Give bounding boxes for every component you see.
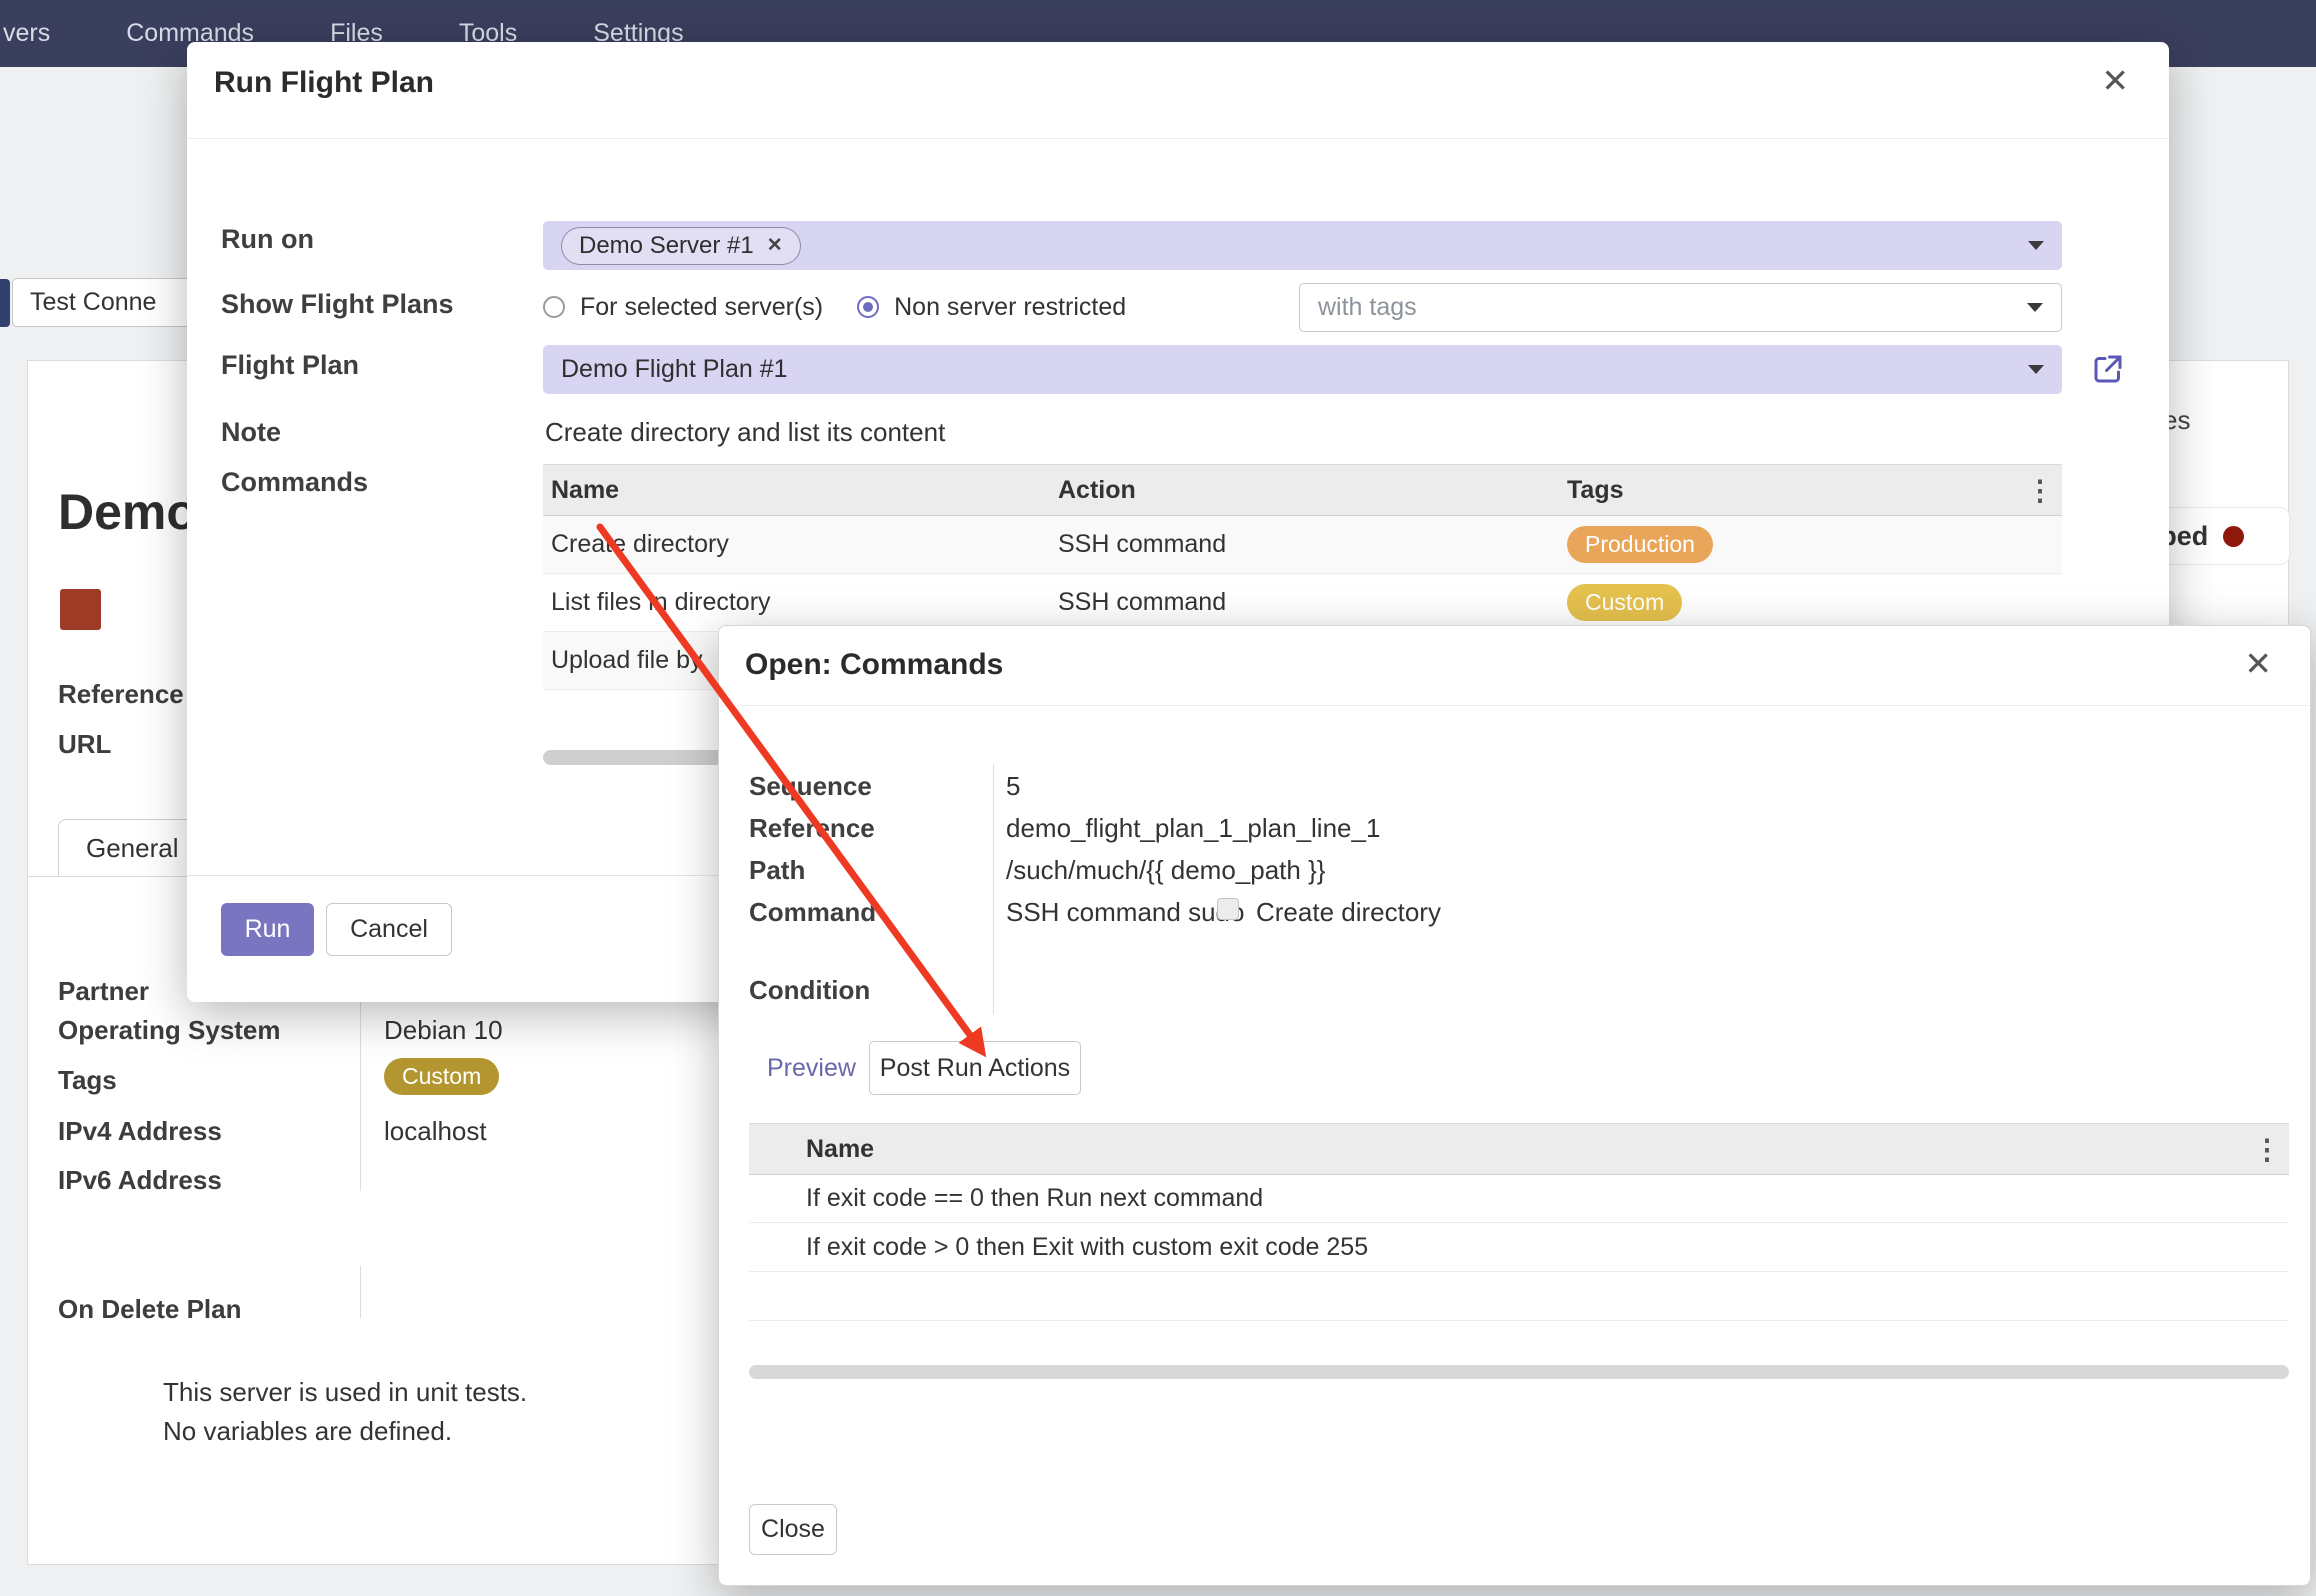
ipv6-label: IPv6 Address — [58, 1165, 222, 1196]
col-header-name[interactable]: Name — [543, 476, 1058, 505]
note-value: Create directory and list its content — [545, 417, 945, 448]
nav-item-servers[interactable]: vers — [3, 19, 50, 48]
create-directory-link[interactable]: Create directory — [1256, 897, 1441, 928]
flight-plan-select[interactable]: Demo Flight Plan #1 — [543, 345, 2062, 394]
reference-label: Reference — [58, 679, 184, 710]
chip-remove-icon[interactable]: ✕ — [767, 234, 783, 257]
tag-badge-custom: Custom — [384, 1058, 499, 1095]
radio-for-selected-servers-label: For selected server(s) — [580, 293, 823, 322]
run-button[interactable]: Run — [221, 903, 314, 956]
radio-non-server-restricted[interactable] — [857, 296, 879, 318]
row-action: SSH command — [1058, 530, 1567, 559]
radio-for-selected-servers[interactable] — [543, 296, 565, 318]
with-tags-placeholder: with tags — [1318, 293, 1417, 322]
close-icon[interactable]: ✕ — [2244, 647, 2272, 680]
on-delete-plan-label: On Delete Plan — [58, 1294, 242, 1325]
run-on-field[interactable]: Demo Server #1 ✕ — [543, 221, 2062, 270]
header-divider — [187, 138, 2169, 139]
partner-label: Partner — [58, 976, 149, 1007]
server-title: Demo — [58, 483, 197, 541]
flight-plan-value: Demo Flight Plan #1 — [561, 355, 788, 384]
tab-post-run-actions[interactable]: Post Run Actions — [869, 1041, 1081, 1095]
table-row[interactable]: If exit code == 0 then Run next command — [749, 1175, 2289, 1223]
close-icon[interactable]: ✕ — [2101, 64, 2129, 97]
flight-plan-filter-radios: For selected server(s) Non server restri… — [543, 283, 1126, 331]
commands-table-header: Name Action Tags ⋮ — [543, 464, 2062, 516]
field-separator-line — [993, 764, 994, 1014]
screen: vers Commands Files Tools Settings Test … — [0, 0, 2316, 1596]
modal-title: Open: Commands — [745, 648, 1003, 682]
row-name: If exit code == 0 then Run next command — [806, 1184, 2245, 1213]
commands-label: Commands — [221, 467, 368, 498]
table-row-empty — [749, 1272, 2289, 1321]
table-options-kebab-icon[interactable]: ⋮ — [2245, 1133, 2289, 1166]
sequence-label: Sequence — [749, 771, 872, 802]
row-name: If exit code > 0 then Exit with custom e… — [806, 1233, 2245, 1262]
row-action: SSH command — [1058, 588, 1567, 617]
table-row[interactable]: If exit code > 0 then Exit with custom e… — [749, 1223, 2289, 1272]
dropdown-caret-icon — [2028, 365, 2044, 374]
url-label: URL — [58, 729, 111, 760]
status-dot-icon — [2223, 526, 2244, 547]
server-chip-label: Demo Server #1 — [579, 232, 754, 260]
ipv4-value: localhost — [384, 1116, 487, 1147]
server-chip[interactable]: Demo Server #1 ✕ — [561, 227, 801, 265]
command-checkbox[interactable] — [1217, 898, 1239, 920]
show-flight-plans-label: Show Flight Plans — [221, 289, 454, 320]
post-run-table-header: Name ⋮ — [749, 1123, 2289, 1175]
unit-test-note-line1: This server is used in unit tests. — [163, 1377, 527, 1408]
external-link-icon[interactable] — [2090, 351, 2126, 392]
tab-general[interactable]: General — [58, 819, 207, 877]
reference-value: demo_flight_plan_1_plan_line_1 — [1006, 813, 1380, 844]
path-label: Path — [749, 855, 805, 886]
open-commands-modal: Open: Commands ✕ Sequence 5 Reference de… — [718, 625, 2311, 1586]
col-header-name[interactable]: Name — [806, 1135, 2245, 1164]
tab-preview[interactable]: Preview — [767, 1041, 856, 1095]
flight-plan-label: Flight Plan — [221, 350, 359, 381]
tag-badge-custom: Custom — [1567, 584, 1682, 621]
col-header-action[interactable]: Action — [1058, 476, 1567, 505]
header-divider — [719, 705, 2310, 706]
condition-label: Condition — [749, 975, 870, 1006]
reference-label: Reference — [749, 813, 875, 844]
sequence-value: 5 — [1006, 771, 1020, 802]
dropdown-caret-icon — [2028, 241, 2044, 250]
tag-badge-production: Production — [1567, 526, 1713, 563]
color-swatch[interactable] — [60, 589, 101, 630]
close-button[interactable]: Close — [749, 1504, 837, 1555]
horizontal-scrollbar-thumb[interactable] — [749, 1365, 2289, 1379]
row-name: List files in directory — [543, 588, 1058, 617]
path-value: /such/much/{{ demo_path }} — [1006, 855, 1325, 886]
table-row[interactable]: Create directory SSH command Production — [543, 516, 2062, 574]
run-on-label: Run on — [221, 224, 314, 255]
left-edge-button-fragment[interactable] — [0, 279, 10, 327]
radio-non-server-restricted-label: Non server restricted — [894, 293, 1126, 322]
col-header-tags[interactable]: Tags — [1567, 476, 2018, 505]
tags-label: Tags — [58, 1065, 117, 1096]
modal-title: Run Flight Plan — [214, 66, 434, 100]
table-options-kebab-icon[interactable]: ⋮ — [2018, 474, 2062, 507]
command-label: Command — [749, 897, 876, 928]
table-row[interactable]: List files in directory SSH command Cust… — [543, 574, 2062, 632]
note-label: Note — [221, 417, 281, 448]
command-value: SSH command sudo — [1006, 897, 1244, 928]
unit-test-note-line2: No variables are defined. — [163, 1416, 452, 1447]
with-tags-select[interactable]: with tags — [1299, 283, 2062, 332]
os-label: Operating System — [58, 1015, 281, 1046]
field-separator-line — [360, 1266, 361, 1318]
cancel-button[interactable]: Cancel — [326, 903, 452, 956]
dropdown-caret-icon — [2027, 303, 2043, 312]
os-value-link[interactable]: Debian 10 — [384, 1015, 503, 1046]
post-run-actions-table: Name ⋮ If exit code == 0 then Run next c… — [749, 1123, 2289, 1321]
ipv4-label: IPv4 Address — [58, 1116, 222, 1147]
row-name: Create directory — [543, 530, 1058, 559]
